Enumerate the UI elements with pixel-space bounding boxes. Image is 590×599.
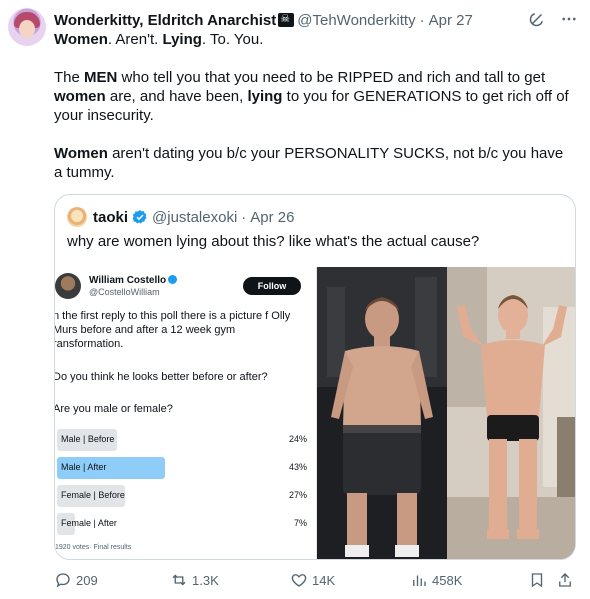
tweet-date[interactable]: Apr 27 <box>429 12 473 29</box>
bookmark-icon <box>531 573 543 588</box>
tweet-text-run: . To. You. <box>201 31 264 48</box>
poll-option-label: Female | After <box>61 518 117 528</box>
tweet-bold-text: Women <box>54 145 108 162</box>
bookmark-button[interactable] <box>528 570 546 590</box>
before-photo[interactable] <box>317 267 447 559</box>
views-count: 458K <box>432 572 463 588</box>
poll-option-label: Male | Before <box>61 434 115 444</box>
reply-icon <box>56 573 70 588</box>
more-icon[interactable] <box>560 10 578 28</box>
quote-avatar[interactable] <box>67 207 87 227</box>
quote-text: why are women lying about this? like wha… <box>67 233 480 250</box>
poll-option: Female | After 7% <box>57 513 307 535</box>
before-photo-art <box>317 267 447 559</box>
action-bar: 209 1.3K 14K 458K <box>54 570 576 590</box>
verified-badge-icon <box>132 210 147 224</box>
tweet-text-run: are, and have been, <box>105 88 248 105</box>
pirate-flag-icon <box>278 12 295 27</box>
views-button[interactable]: 458K <box>410 570 462 590</box>
poll-option: Male | After 43% <box>57 457 307 479</box>
share-button[interactable] <box>556 570 574 590</box>
poll-question-2: Are you male or female? <box>55 403 173 415</box>
tweet-bold-text: Women <box>54 31 108 48</box>
tweet-bold-text: Lying <box>162 31 202 48</box>
avatar-face <box>19 20 35 38</box>
author-avatar[interactable] <box>8 8 46 46</box>
tweet: Wonderkitty, Eldritch Anarchist @TehWond… <box>0 0 590 599</box>
poll-author-name: William Costello <box>89 275 178 286</box>
header-icons <box>528 10 578 28</box>
poll-verified-icon <box>168 275 178 284</box>
tweet-text-run: who tell you that you need to be RIPPED … <box>117 69 546 86</box>
poll-option-label: Female | Before <box>61 490 125 500</box>
poll-question-1: Do you think he looks better before or a… <box>55 371 268 383</box>
tweet-bold-text: lying <box>247 88 283 105</box>
quoted-tweet[interactable]: taoki @justalexoki · Apr 26 why are wome… <box>54 194 576 560</box>
poll-option: Male | Before 24% <box>57 429 307 451</box>
tweet-header: Wonderkitty, Eldritch Anarchist @TehWond… <box>54 10 578 30</box>
author-handle[interactable]: @TehWonderkitty <box>297 12 415 29</box>
tweet-bold-text: MEN <box>84 69 118 86</box>
poll-option-percent: 7% <box>293 518 307 528</box>
poll-author-avatar <box>55 273 81 299</box>
separator-dot: · <box>419 11 425 29</box>
poll-author-handle: @CostelloWilliam <box>89 287 160 297</box>
tweet-paragraph: The MEN who tell you that you need to be… <box>54 68 574 125</box>
poll-option: Female | Before 27% <box>57 485 307 507</box>
reply-button[interactable]: 209 <box>54 570 98 590</box>
quote-separator-dot: · <box>241 208 247 226</box>
like-icon <box>291 574 307 587</box>
author-display-name[interactable]: Wonderkitty, Eldritch Anarchist <box>54 12 276 29</box>
quote-header: taoki @justalexoki · Apr 26 <box>67 207 294 227</box>
after-photo[interactable] <box>447 267 575 559</box>
quote-display-name[interactable]: taoki <box>93 209 128 226</box>
poll-screenshot-image[interactable]: William Costello @CostelloWilliam Follow… <box>55 267 317 559</box>
tweet-paragraph: Women aren't dating you b/c your PERSONA… <box>54 144 574 182</box>
share-icon <box>559 573 571 587</box>
poll-option-percent: 24% <box>288 434 307 444</box>
like-count: 14K <box>312 572 336 588</box>
repost-count: 1.3K <box>192 572 219 588</box>
tweet-text-run: The <box>54 69 85 86</box>
poll-body-text: n the first reply to this poll there is … <box>55 310 291 350</box>
reply-count: 209 <box>76 572 98 588</box>
poll-footer: 1920 votes· Final results <box>55 544 132 551</box>
repost-icon <box>172 574 186 586</box>
poll-author-name-text: William Costello <box>89 275 167 286</box>
tweet-text-run: . Aren't. <box>107 31 163 48</box>
like-button[interactable]: 14K <box>290 570 335 590</box>
repost-button[interactable]: 1.3K <box>170 570 219 590</box>
poll-option-percent: 27% <box>288 490 307 500</box>
after-photo-art <box>447 267 575 559</box>
views-icon <box>413 575 426 586</box>
grok-icon[interactable] <box>528 10 546 28</box>
quote-media[interactable]: William Costello @CostelloWilliam Follow… <box>55 267 575 559</box>
quote-handle[interactable]: @justalexoki <box>152 209 237 226</box>
tweet-text: Women. Aren't. Lying. To. You. The MEN wh… <box>54 30 574 201</box>
tweet-bold-text: women <box>54 88 106 105</box>
tweet-paragraph: Women. Aren't. Lying. To. You. <box>54 30 574 49</box>
poll-option-label: Male | After <box>61 462 107 472</box>
poll-option-percent: 43% <box>288 462 307 472</box>
quote-date[interactable]: Apr 26 <box>250 209 294 226</box>
poll-follow-button: Follow <box>243 277 301 295</box>
tweet-text-run: aren't dating you b/c your PERSONALITY S… <box>54 145 564 181</box>
